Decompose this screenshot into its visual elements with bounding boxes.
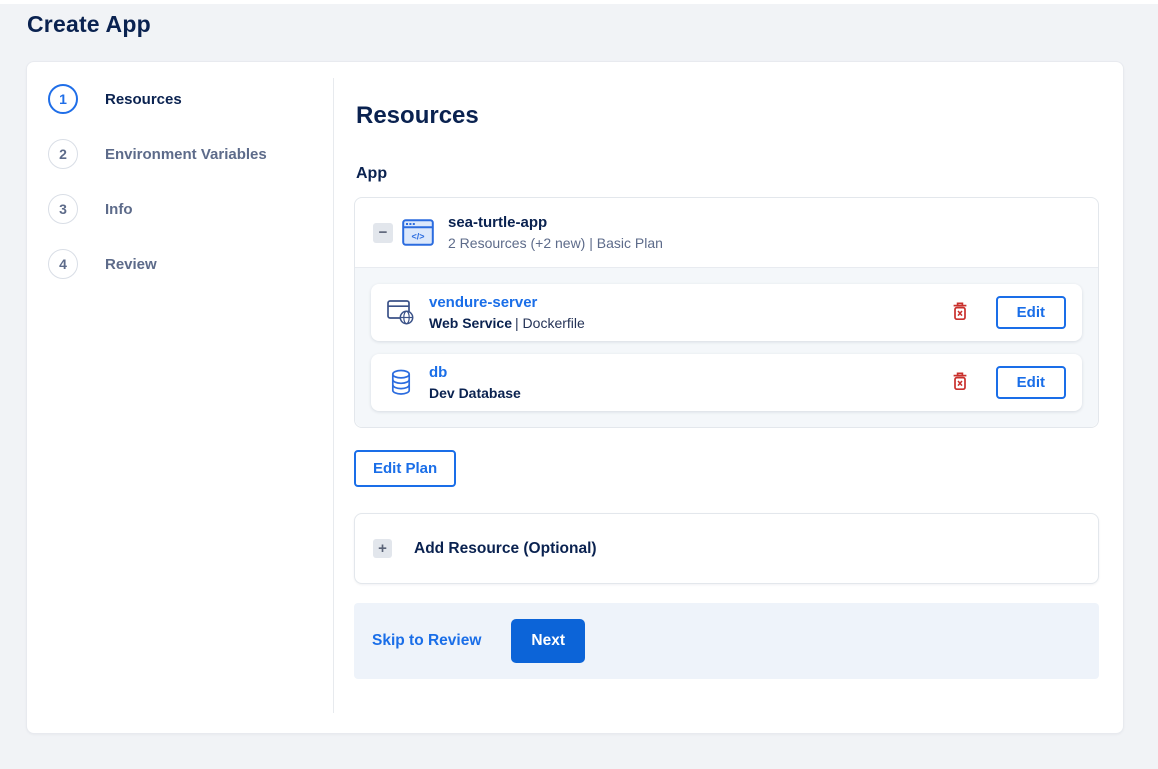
stepper: 1 Resources 2 Environment Variables 3 In…	[27, 62, 333, 733]
next-button[interactable]: Next	[511, 619, 586, 663]
resource-type: Web Service	[429, 315, 513, 331]
resource-row-vendure-server: vendure-server Web Service| Dockerfile	[371, 284, 1082, 341]
resource-name-link[interactable]: db	[429, 364, 447, 381]
step-label: Environment Variables	[105, 145, 267, 163]
collapse-app-button[interactable]: −	[373, 222, 393, 243]
resource-name-link[interactable]: vendure-server	[429, 294, 537, 311]
stepper-step-info[interactable]: 3 Info	[48, 194, 333, 224]
delete-resource-button[interactable]	[948, 368, 972, 398]
edit-resource-button[interactable]: Edit	[995, 366, 1066, 399]
app-card-header: − </> sea-turtle-app 2 Resources (+2 new…	[355, 198, 1098, 267]
step-label: Info	[105, 200, 133, 218]
edit-resource-button[interactable]: Edit	[995, 296, 1066, 329]
svg-text:</>: </>	[411, 232, 424, 242]
minus-icon: −	[378, 224, 388, 241]
skip-to-review-link[interactable]: Skip to Review	[372, 632, 481, 650]
plus-icon: +	[373, 539, 392, 558]
stepper-step-resources[interactable]: 1 Resources	[48, 84, 333, 114]
step-number-badge: 2	[48, 139, 78, 169]
resource-type: Dev Database	[429, 385, 521, 401]
step-number: 3	[59, 201, 67, 217]
section-heading: Resources	[356, 102, 479, 129]
trash-icon	[952, 372, 968, 394]
plus-glyph: +	[378, 540, 387, 557]
database-icon	[387, 369, 415, 397]
page-title: Create App	[27, 11, 151, 37]
add-resource-section[interactable]: + Add Resource (Optional)	[354, 513, 1099, 584]
edit-plan-button[interactable]: Edit Plan	[354, 450, 457, 487]
resource-row-db: db Dev Database Edit	[371, 354, 1082, 411]
stepper-step-review[interactable]: 4 Review	[48, 249, 333, 279]
resource-description: Web Service | Dockerfile	[429, 315, 585, 331]
resource-detail: | Dockerfile	[515, 315, 585, 331]
resource-description: Dev Database	[429, 385, 524, 401]
app-card: − </> sea-turtle-app 2 Resources (+2 new…	[354, 197, 1099, 428]
add-resource-label: Add Resource (Optional)	[414, 539, 597, 557]
step-label: Review	[105, 255, 157, 273]
step-number: 2	[59, 146, 67, 162]
app-subtitle: 2 Resources (+2 new) | Basic Plan	[448, 235, 663, 251]
app-meta: sea-turtle-app 2 Resources (+2 new) | Ba…	[448, 214, 663, 251]
web-service-icon	[387, 300, 415, 325]
app-section-label: App	[356, 165, 388, 182]
step-number: 4	[59, 256, 67, 272]
step-label: Resources	[105, 90, 182, 108]
app-card-body: vendure-server Web Service| Dockerfile	[355, 267, 1098, 427]
step-number-badge: 4	[48, 249, 78, 279]
footer-action-bar: Skip to Review Next	[354, 603, 1099, 679]
resource-text: db Dev Database	[429, 364, 524, 401]
resource-text: vendure-server Web Service | Dockerfile	[429, 294, 585, 331]
app-code-window-icon: </>	[402, 219, 434, 246]
step-number-badge: 1	[48, 84, 78, 114]
app-name: sea-turtle-app	[448, 214, 548, 231]
stepper-step-environment-variables[interactable]: 2 Environment Variables	[48, 139, 333, 169]
trash-icon	[952, 302, 968, 324]
step-number: 1	[59, 91, 67, 107]
create-app-card: 1 Resources 2 Environment Variables 3 In…	[26, 61, 1124, 734]
step-number-badge: 3	[48, 194, 78, 224]
main-content: Resources App − </> sea-turtle-app 2 Res…	[334, 62, 1123, 733]
delete-resource-button[interactable]	[948, 298, 972, 328]
